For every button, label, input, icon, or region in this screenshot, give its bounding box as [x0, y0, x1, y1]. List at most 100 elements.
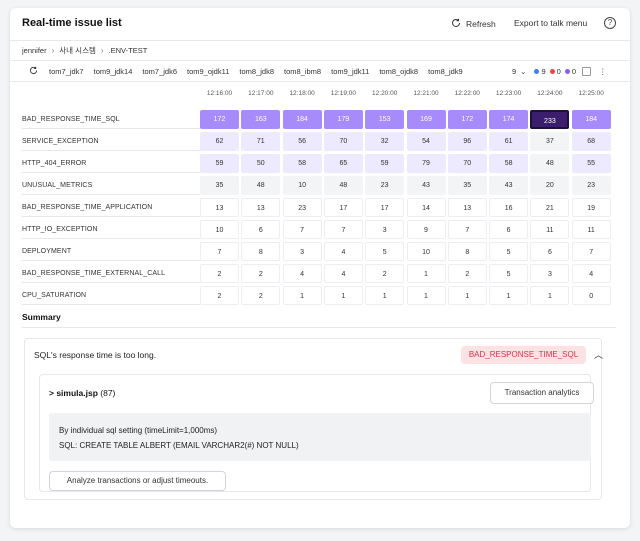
issue-count-cell[interactable]: 2	[365, 264, 405, 283]
issue-count-cell[interactable]: 172	[200, 110, 239, 129]
issue-count-cell[interactable]: 1	[530, 286, 570, 305]
issue-count-cell[interactable]: 172	[447, 110, 487, 129]
issue-count-cell[interactable]: 1	[406, 286, 446, 305]
issue-count-cell[interactable]: 17	[365, 198, 405, 217]
chevron-up-icon[interactable]: ︿	[594, 348, 603, 361]
issue-count-cell[interactable]: 23	[282, 198, 322, 217]
issue-count-cell[interactable]: 0	[571, 286, 611, 305]
breadcrumb-item[interactable]: .ENV-TEST	[109, 46, 148, 55]
tab-agent[interactable]: tom8_ojdk8	[379, 67, 418, 76]
issue-count-cell[interactable]: 7	[571, 242, 611, 261]
tab-agent[interactable]: tom7_jdk7	[49, 67, 84, 76]
issue-count-cell[interactable]: 5	[489, 242, 529, 261]
issue-count-cell[interactable]: 48	[241, 176, 281, 195]
issue-count-cell[interactable]: 54	[406, 132, 446, 151]
issue-count-cell[interactable]: 2	[241, 264, 281, 283]
issue-count-cell[interactable]: 59	[365, 154, 405, 173]
issue-count-cell[interactable]: 169	[406, 110, 446, 129]
issue-count-cell[interactable]: 6	[241, 220, 281, 239]
issue-count-cell[interactable]: 3	[365, 220, 405, 239]
issue-count-cell[interactable]: 35	[200, 176, 239, 195]
issue-count-cell[interactable]: 71	[241, 132, 281, 151]
issue-count-cell[interactable]: 7	[447, 220, 487, 239]
issue-count-cell[interactable]: 179	[323, 110, 363, 129]
issue-count-cell[interactable]: 11	[571, 220, 611, 239]
tab-agent[interactable]: tom8_ibm8	[284, 67, 321, 76]
issue-count-cell[interactable]: 79	[406, 154, 446, 173]
issue-count-cell[interactable]: 19	[571, 198, 611, 217]
export-button[interactable]: Export to talk menu	[514, 18, 587, 28]
issue-count-cell[interactable]: 55	[571, 154, 611, 173]
issue-count-cell[interactable]: 17	[323, 198, 363, 217]
issue-count-cell[interactable]: 1	[489, 286, 529, 305]
issue-count-cell[interactable]: 3	[282, 242, 322, 261]
issue-count-cell[interactable]: 2	[200, 264, 239, 283]
issue-count-cell[interactable]: 23	[571, 176, 611, 195]
issue-count-cell[interactable]: 50	[241, 154, 281, 173]
refresh-button[interactable]: Refresh	[451, 18, 496, 30]
issue-count-cell[interactable]: 43	[489, 176, 529, 195]
issue-count-cell[interactable]: 37	[530, 132, 570, 151]
issue-count-cell[interactable]: 35	[447, 176, 487, 195]
issue-count-cell[interactable]: 4	[323, 264, 363, 283]
issue-count-cell[interactable]: 1	[406, 264, 446, 283]
help-icon[interactable]: ?	[604, 17, 616, 29]
issue-count-cell[interactable]: 6	[489, 220, 529, 239]
refresh-icon[interactable]	[29, 66, 38, 77]
issue-count-cell[interactable]: 3	[530, 264, 570, 283]
issue-count-cell[interactable]: 8	[241, 242, 281, 261]
issue-count-cell[interactable]: 61	[489, 132, 529, 151]
issue-count-cell[interactable]: 1	[323, 286, 363, 305]
tab-agent[interactable]: tom7_jdk6	[142, 67, 177, 76]
more-icon[interactable]: ⋮	[599, 67, 607, 76]
breadcrumb-item[interactable]: 사내 시스템	[59, 45, 96, 56]
issue-count-cell[interactable]: 62	[200, 132, 239, 151]
analyze-button[interactable]: Analyze transactions or adjust timeouts.	[49, 471, 226, 491]
issue-count-cell[interactable]: 184	[282, 110, 322, 129]
issue-count-cell[interactable]: 2	[241, 286, 281, 305]
issue-count-cell[interactable]: 163	[241, 110, 281, 129]
issue-count-cell[interactable]: 153	[365, 110, 405, 129]
breadcrumb-item[interactable]: jennifer	[22, 46, 47, 55]
issue-count-cell[interactable]: 13	[241, 198, 281, 217]
issue-count-cell[interactable]: 1	[447, 286, 487, 305]
issue-count-cell[interactable]: 4	[571, 264, 611, 283]
issue-count-cell[interactable]: 6	[530, 242, 570, 261]
tab-agent[interactable]: tom8_jdk8	[239, 67, 274, 76]
transaction-analytics-button[interactable]: Transaction analytics	[490, 382, 594, 404]
issue-count-cell[interactable]: 9	[406, 220, 446, 239]
issue-count-cell[interactable]: 20	[530, 176, 570, 195]
issue-count-cell[interactable]: 58	[489, 154, 529, 173]
issue-count-cell[interactable]: 174	[489, 110, 529, 129]
issue-count-cell[interactable]: 70	[323, 132, 363, 151]
issue-count-cell[interactable]: 11	[530, 220, 570, 239]
issue-count-cell[interactable]: 32	[365, 132, 405, 151]
issue-count-cell[interactable]: 48	[323, 176, 363, 195]
issue-count-cell[interactable]: 70	[447, 154, 487, 173]
issue-count-cell[interactable]: 10	[406, 242, 446, 261]
issue-count-cell[interactable]: 7	[323, 220, 363, 239]
issue-count-cell[interactable]: 21	[530, 198, 570, 217]
issue-count-cell[interactable]: 4	[282, 264, 322, 283]
issue-count-cell[interactable]: 14	[406, 198, 446, 217]
issue-count-cell[interactable]: 5	[489, 264, 529, 283]
tab-agent[interactable]: tom9_jdk11	[331, 67, 369, 76]
issue-count-cell[interactable]: 10	[200, 220, 239, 239]
issue-count-cell[interactable]: 8	[447, 242, 487, 261]
chevron-down-icon[interactable]: ⌄	[520, 67, 526, 76]
issue-count-cell[interactable]: 1	[282, 286, 322, 305]
tab-agent[interactable]: tom8_jdk9	[428, 67, 463, 76]
issue-count-cell[interactable]: 13	[447, 198, 487, 217]
tab-agent[interactable]: tom9_ojdk11	[187, 67, 229, 76]
tab-agent[interactable]: tom9_jdk14	[94, 67, 133, 76]
issue-count-cell[interactable]: 16	[489, 198, 529, 217]
issue-count-cell[interactable]: 48	[530, 154, 570, 173]
issue-count-cell[interactable]: 184	[571, 110, 611, 129]
issue-count-cell[interactable]: 7	[200, 242, 239, 261]
issue-count-cell[interactable]: 59	[200, 154, 239, 173]
issue-count-cell[interactable]: 43	[406, 176, 446, 195]
issue-count-cell[interactable]: 23	[365, 176, 405, 195]
issue-count-cell[interactable]: 5	[365, 242, 405, 261]
issue-count-cell[interactable]: 96	[447, 132, 487, 151]
issue-count-cell[interactable]: 2	[447, 264, 487, 283]
